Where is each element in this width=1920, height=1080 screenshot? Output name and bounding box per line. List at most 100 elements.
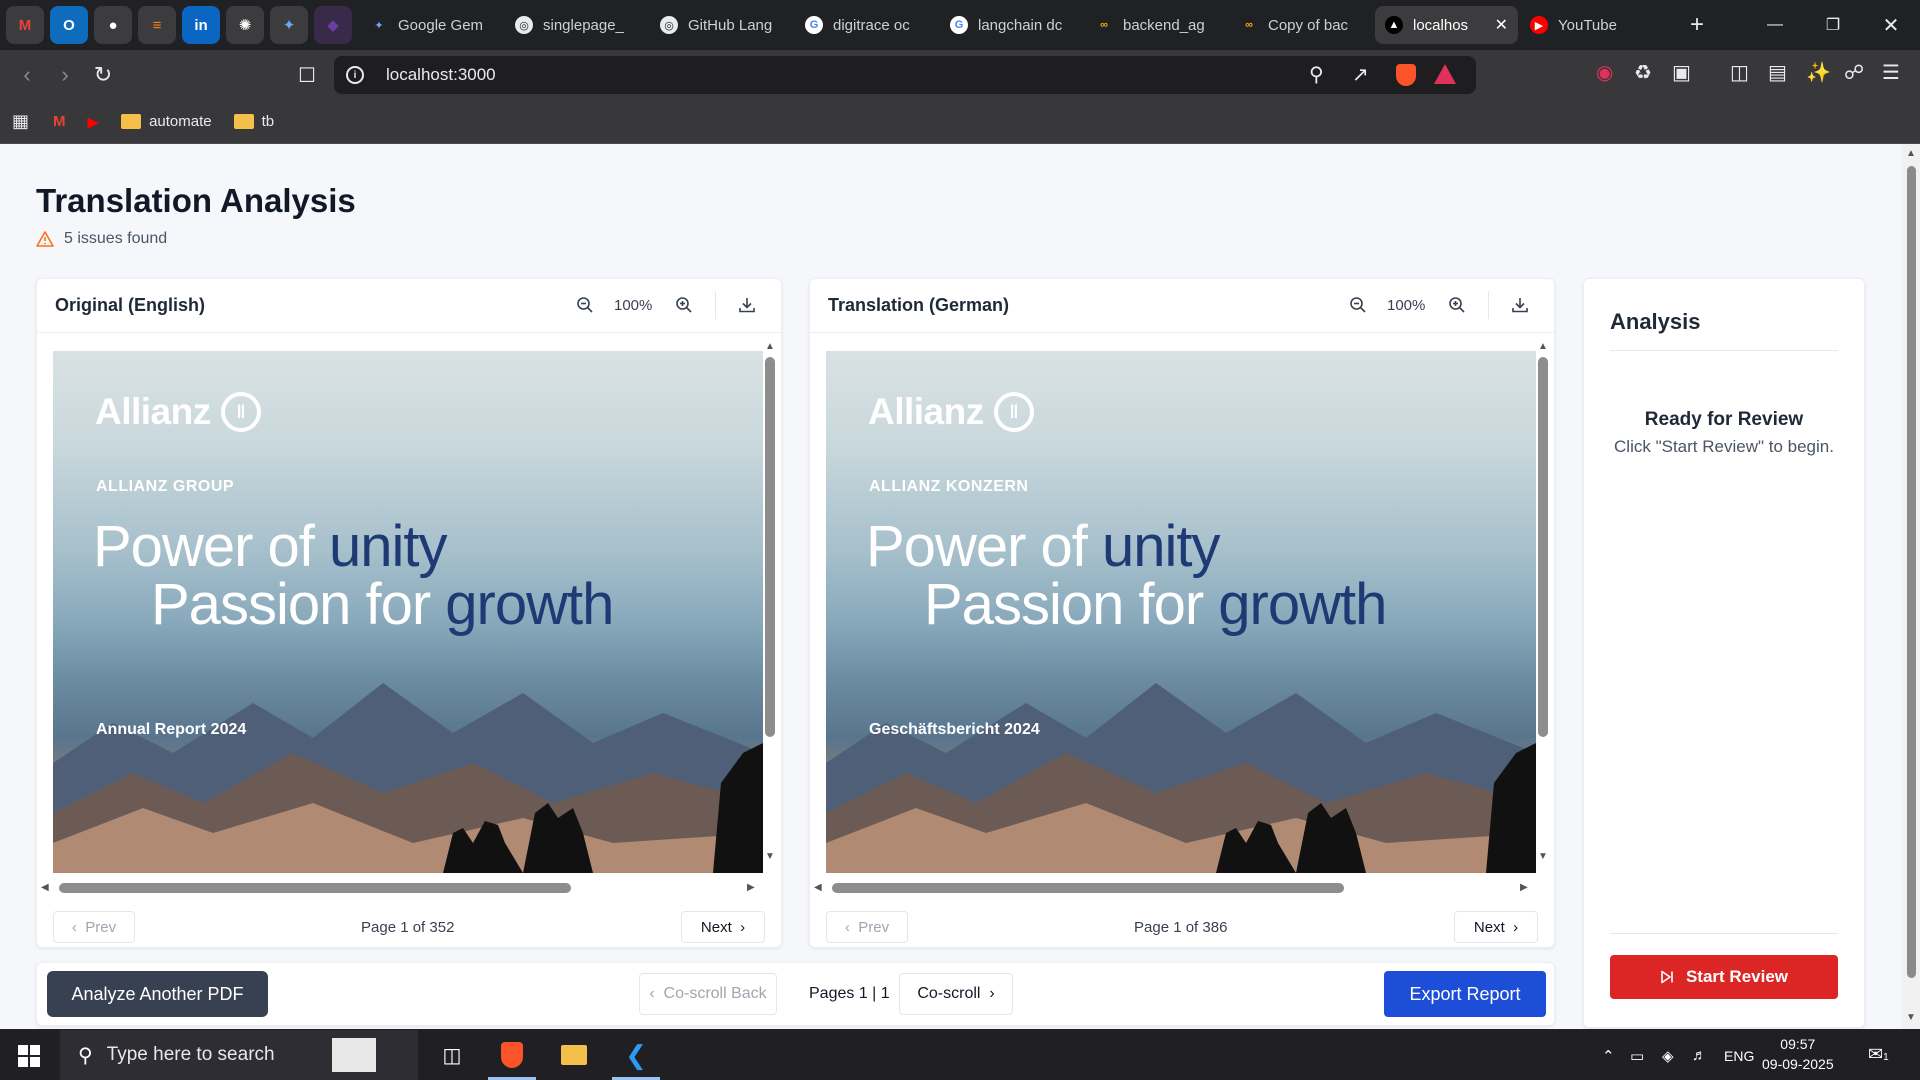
menu-icon[interactable]: ☰ <box>1882 60 1900 85</box>
linkedin-icon[interactable]: in <box>182 6 220 44</box>
url-text[interactable]: localhost:3000 <box>386 65 496 85</box>
brave-shields-icon[interactable] <box>1396 64 1416 86</box>
browser-tab[interactable]: ∞ Copy of bac <box>1230 6 1373 44</box>
vertical-scrollbar[interactable]: ▲ ▼ <box>1536 339 1550 867</box>
github-icon[interactable]: ● <box>94 6 132 44</box>
youtube-bookmark-icon[interactable]: ▶ <box>88 113 100 131</box>
prev-page-button[interactable]: ‹ Prev <box>826 911 908 943</box>
screenshot-icon[interactable]: ▣ <box>1672 60 1691 85</box>
task-view-icon[interactable]: ◫ <box>424 1030 480 1080</box>
outlook-icon[interactable]: O <box>50 6 88 44</box>
brave-rewards-icon[interactable] <box>1434 64 1456 84</box>
scroll-down-arrow[interactable]: ▼ <box>765 851 775 862</box>
chatgpt-icon[interactable]: ✺ <box>226 6 264 44</box>
browser-tab[interactable]: ∞ backend_ag <box>1085 6 1228 44</box>
battery-icon[interactable]: ▭ <box>1630 1047 1644 1065</box>
coscroll-button[interactable]: Co-scroll › <box>899 973 1013 1015</box>
original-panel: Original (English) 100% Allianz ‖ ALLIAN… <box>36 278 782 948</box>
leo-ai-icon[interactable]: ✨ <box>1806 60 1831 85</box>
scroll-right-arrow[interactable]: ▶ <box>1520 882 1528 893</box>
scrollbar-thumb[interactable] <box>59 883 571 893</box>
browser-tab[interactable]: Gdigitrace oc <box>795 6 938 44</box>
tray-overflow-icon[interactable]: ⌃ <box>1602 1047 1615 1065</box>
windows-start-icon[interactable] <box>18 1045 40 1067</box>
record-icon[interactable]: ◉ <box>1596 60 1613 85</box>
forward-button[interactable]: › <box>48 58 82 92</box>
maximize-button[interactable]: ❐ <box>1804 0 1862 50</box>
document-cover-image: Allianz ‖ ALLIANZ GROUP Power of unity P… <box>53 351 763 873</box>
zoom-icon[interactable]: ⚲ <box>1309 62 1324 87</box>
extensions-icon[interactable]: ♻ <box>1634 60 1652 85</box>
reload-button[interactable]: ↻ <box>86 58 120 92</box>
wallet-icon[interactable]: ▤ <box>1768 60 1787 85</box>
taskbar-vscode[interactable]: ❮ <box>608 1030 664 1080</box>
scroll-down-arrow[interactable]: ▼ <box>1538 851 1548 862</box>
zoom-out-icon[interactable] <box>1346 293 1370 317</box>
scroll-right-arrow[interactable]: ▶ <box>747 882 755 893</box>
taskbar-clock[interactable]: 09:57 09-09-2025 <box>1762 1034 1834 1074</box>
browser-tab[interactable]: ✦ Google Gem <box>360 6 503 44</box>
taskbar-file-explorer[interactable] <box>546 1030 602 1080</box>
bookmark-folder-tb[interactable]: tb <box>233 113 274 130</box>
volume-icon[interactable]: ♬ <box>1692 1047 1707 1064</box>
horizontal-scrollbar[interactable]: ◀ ▶ <box>814 881 1534 895</box>
prev-page-button[interactable]: ‹ Prev <box>53 911 135 943</box>
sidebar-icon[interactable]: ◫ <box>1730 60 1749 85</box>
horizontal-scrollbar[interactable]: ◀ ▶ <box>41 881 761 895</box>
scroll-up-arrow[interactable]: ▲ <box>1538 341 1548 352</box>
coscroll-back-button[interactable]: ‹ Co-scroll Back <box>639 973 777 1015</box>
close-window-button[interactable]: ✕ <box>1862 0 1920 50</box>
scroll-up-arrow[interactable]: ▲ <box>765 341 775 352</box>
vertical-scrollbar[interactable]: ▲ ▼ <box>763 339 777 867</box>
share-icon[interactable]: ↗ <box>1352 62 1369 87</box>
wifi-icon[interactable]: ◈ <box>1662 1047 1674 1065</box>
analyze-another-button[interactable]: Analyze Another PDF <box>47 971 268 1017</box>
export-report-button[interactable]: Export Report <box>1384 971 1546 1017</box>
address-bar[interactable]: i localhost:3000 ⚲ ↗ <box>334 56 1476 94</box>
minimize-button[interactable]: — <box>1746 0 1804 50</box>
download-icon[interactable] <box>1508 293 1532 317</box>
scrollbar-thumb[interactable] <box>832 883 1344 893</box>
gmail-bookmark-icon[interactable]: M <box>53 113 66 130</box>
stackoverflow-icon[interactable]: ≡ <box>138 6 176 44</box>
vpn-icon[interactable]: ☍ <box>1844 60 1864 85</box>
gemini-icon[interactable]: ✦ <box>270 6 308 44</box>
apps-grid-icon[interactable]: ▦ <box>12 111 29 132</box>
scroll-left-arrow[interactable]: ◀ <box>814 882 822 893</box>
language-indicator[interactable]: ENG <box>1724 1048 1754 1064</box>
bookmark-icon[interactable]: ☐ <box>290 58 324 92</box>
notifications-icon[interactable]: ✉1 <box>1868 1044 1889 1065</box>
next-page-button[interactable]: Next › <box>681 911 765 943</box>
scrollbar-thumb[interactable] <box>1538 357 1548 737</box>
browser-tab[interactable]: ▲ localhos ✕ <box>1375 6 1518 44</box>
zoom-out-icon[interactable] <box>573 293 597 317</box>
browser-tab[interactable]: ◎ singlepage_ <box>505 6 648 44</box>
tab-title: langchain dc <box>978 16 1063 34</box>
document-page-view[interactable]: Allianz ‖ ALLIANZ GROUP Power of unity P… <box>53 351 763 873</box>
page-scrollbar[interactable]: ▲ ▼ <box>1902 144 1920 1029</box>
close-tab-icon[interactable]: ✕ <box>1495 15 1508 35</box>
zoom-in-icon[interactable] <box>672 293 696 317</box>
browser-tab[interactable]: ◎ GitHub Lang <box>650 6 793 44</box>
site-info-icon[interactable]: i <box>346 66 364 84</box>
scrollbar-thumb[interactable] <box>1907 166 1916 978</box>
browser-tab[interactable]: ▶ YouTube <box>1520 6 1663 44</box>
next-page-button[interactable]: Next › <box>1454 911 1538 943</box>
sudoku-widget-icon[interactable] <box>332 1038 376 1072</box>
taskbar-search[interactable]: ⚲ Type here to search <box>60 1030 418 1080</box>
scroll-down-arrow[interactable]: ▼ <box>1906 1012 1916 1023</box>
bookmark-folder-automate[interactable]: automate <box>121 113 212 130</box>
browser-tab[interactable]: Glangchain dc <box>940 6 1083 44</box>
download-icon[interactable] <box>735 293 759 317</box>
scrollbar-thumb[interactable] <box>765 357 775 737</box>
document-page-view[interactable]: Allianz ‖ ALLIANZ KONZERN Power of unity… <box>826 351 1536 873</box>
scroll-left-arrow[interactable]: ◀ <box>41 882 49 893</box>
new-tab-button[interactable]: + <box>1677 6 1717 44</box>
start-review-button[interactable]: Start Review <box>1610 955 1838 999</box>
zoom-in-icon[interactable] <box>1445 293 1469 317</box>
back-button[interactable]: ‹ <box>10 58 44 92</box>
app-icon[interactable]: ◆ <box>314 6 352 44</box>
gmail-icon[interactable]: M <box>6 6 44 44</box>
scroll-up-arrow[interactable]: ▲ <box>1906 148 1916 159</box>
taskbar-brave[interactable] <box>484 1030 540 1080</box>
